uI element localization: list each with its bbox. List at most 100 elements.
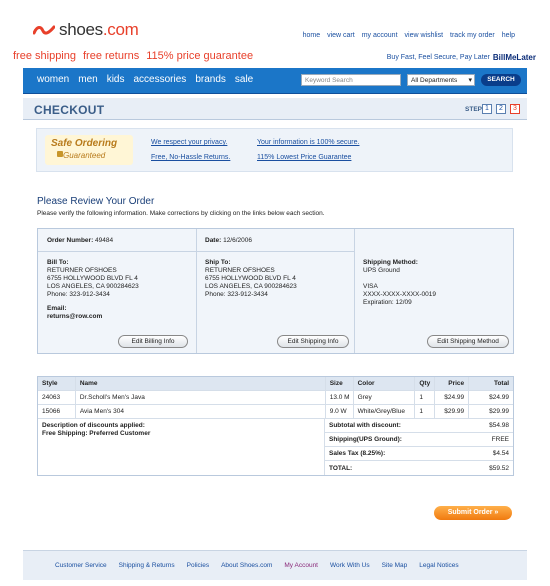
- footer-legal-notices[interactable]: Legal Notices: [419, 562, 458, 569]
- col-qty: Qty: [415, 377, 436, 390]
- order-date-value: 12/6/2006: [223, 237, 252, 244]
- safe-badge-line2: Guaranteed: [63, 151, 106, 160]
- edit-billing-button[interactable]: Edit Billing Info: [118, 335, 188, 348]
- order-date-label: Date:: [205, 237, 222, 244]
- bill-me-later-promo[interactable]: Buy Fast, Feel Secure, Pay Later BillMeL…: [387, 53, 536, 62]
- step-1[interactable]: 1: [482, 104, 492, 114]
- ship-to: Ship To: RETURNER OFSHOES 6755 HOLLYWOOD…: [205, 259, 297, 299]
- bml-badge: BillMeLater: [492, 53, 536, 62]
- footer-about[interactable]: About Shoes.com: [221, 562, 272, 569]
- promo-bar: free shipping free returns 115% price gu…: [13, 50, 253, 62]
- nav-kids[interactable]: kids: [107, 74, 125, 85]
- footer-my-account[interactable]: My Account: [284, 562, 318, 569]
- top-link-track-order[interactable]: track my order: [450, 32, 495, 39]
- order-number-label: Order Number:: [47, 237, 94, 244]
- bill-line: RETURNER OFSHOES: [47, 267, 117, 274]
- nav-brands[interactable]: brands: [195, 74, 226, 85]
- card-type: VISA: [363, 283, 378, 290]
- order-number: Order Number: 49484: [47, 237, 113, 245]
- promo-price-guarantee[interactable]: 115% price guarantee: [146, 50, 253, 62]
- cell-name: Dr.Scholl's Men's Java: [76, 391, 326, 404]
- footer-work-with-us[interactable]: Work With Us: [330, 562, 370, 569]
- cell-style: 15066: [38, 405, 76, 418]
- table-header: Style Name Size Color Qty Price Total: [38, 377, 513, 391]
- bill-line: LOS ANGELES, CA 900284623: [47, 283, 139, 290]
- step-label: STEP: [465, 106, 482, 113]
- cell-total: $29.99: [489, 408, 509, 415]
- total-row: TOTAL: $59.52: [325, 461, 513, 475]
- shipping-method: Shipping Method: UPS Ground VISA XXXX-XX…: [363, 259, 436, 307]
- shipping-method-value: UPS Ground: [363, 267, 400, 274]
- link-returns[interactable]: Free, No-Hassle Returns.: [151, 154, 257, 161]
- cell-style: 24063: [38, 391, 76, 404]
- bill-to-label: Bill To:: [47, 259, 69, 266]
- safe-ordering-badge: Safe Ordering Guaranteed: [45, 135, 133, 165]
- promo-free-shipping[interactable]: free shipping: [13, 50, 76, 62]
- top-link-help[interactable]: help: [502, 32, 515, 39]
- cell-color: White/Grey/Blue: [354, 405, 416, 418]
- shipping-value: FREE: [491, 436, 509, 443]
- link-price-guarantee[interactable]: 115% Lowest Price Guarantee: [257, 154, 387, 161]
- cell-size: 13.0 M: [326, 391, 354, 404]
- shipping-label: Shipping(UPS Ground):: [329, 436, 402, 443]
- cell-qty: 1: [415, 405, 436, 418]
- cell-qty: 1: [415, 391, 436, 404]
- cell-name: Avia Men's 304: [76, 405, 326, 418]
- col-total: Total: [493, 380, 509, 387]
- review-subtitle: Please verify the following information.…: [37, 210, 325, 217]
- top-link-home[interactable]: home: [303, 32, 321, 39]
- main-nav: women men kids accessories brands sale K…: [23, 68, 527, 94]
- link-privacy[interactable]: We respect your privacy.: [151, 139, 257, 146]
- step-indicator: 1 2 3: [482, 104, 520, 114]
- total-value: $59.52: [489, 464, 509, 472]
- shoe-logo-icon: [32, 23, 56, 37]
- top-link-view-wishlist[interactable]: view wishlist: [405, 32, 444, 39]
- order-items-table: Style Name Size Color Qty Price Total 24…: [37, 376, 514, 476]
- submit-order-button[interactable]: Submit Order »: [434, 506, 512, 520]
- cell-total: $24.99: [489, 394, 509, 401]
- tax-value: $4.54: [492, 450, 509, 457]
- ship-line: LOS ANGELES, CA 900284623: [205, 283, 297, 290]
- order-summary: Description of discounts applied: Free S…: [38, 419, 513, 475]
- cell-color: Grey: [354, 391, 416, 404]
- bill-line: 6755 HOLLYWOOD BLVD FL 4: [47, 275, 138, 282]
- col-style: Style: [38, 377, 76, 390]
- total-label: TOTAL:: [329, 464, 353, 472]
- promo-free-returns[interactable]: free returns: [83, 50, 139, 62]
- card-expiration: Expiration: 12/09: [363, 299, 412, 306]
- footer-policies[interactable]: Policies: [187, 562, 209, 569]
- nav-accessories[interactable]: accessories: [134, 74, 187, 85]
- department-select[interactable]: All Departments: [407, 74, 475, 86]
- footer-shipping-returns[interactable]: Shipping & Returns: [119, 562, 175, 569]
- logo-text: shoes: [59, 20, 103, 39]
- search-input[interactable]: Keyword Search: [301, 74, 401, 86]
- submit-order-label: Submit Order: [447, 509, 493, 516]
- col-size: Size: [326, 377, 354, 390]
- bill-to: Bill To: RETURNER OFSHOES 6755 HOLLYWOOD…: [47, 259, 139, 321]
- bill-line: Phone: 323-912-3434: [47, 291, 110, 298]
- top-link-my-account[interactable]: my account: [362, 32, 398, 39]
- nav-women[interactable]: women: [37, 74, 69, 85]
- site-footer: Customer Service Shipping & Returns Poli…: [23, 550, 527, 580]
- site-logo[interactable]: shoes.com: [32, 20, 139, 40]
- discount-value: Free Shipping: Preferred Customer: [42, 430, 151, 437]
- cell-size: 9.0 W: [326, 405, 354, 418]
- nav-sale[interactable]: sale: [235, 74, 253, 85]
- top-link-view-cart[interactable]: view cart: [327, 32, 355, 39]
- table-row: 24063 Dr.Scholl's Men's Java 13.0 M Grey…: [38, 391, 513, 405]
- step-2[interactable]: 2: [496, 104, 506, 114]
- edit-shipping-method-button[interactable]: Edit Shipping Method: [427, 335, 509, 348]
- review-title: Please Review Your Order: [37, 196, 155, 207]
- footer-site-map[interactable]: Site Map: [382, 562, 408, 569]
- link-secure[interactable]: Your information is 100% secure.: [257, 139, 387, 146]
- footer-customer-service[interactable]: Customer Service: [55, 562, 107, 569]
- col-name: Name: [76, 377, 326, 390]
- search-button[interactable]: SEARCH: [481, 74, 521, 86]
- edit-shipping-button[interactable]: Edit Shipping Info: [277, 335, 349, 348]
- discount-label: Description of discounts applied:: [42, 422, 145, 429]
- table-row: 15066 Avia Men's 304 9.0 W White/Grey/Bl…: [38, 405, 513, 419]
- nav-men[interactable]: men: [78, 74, 97, 85]
- divider: [196, 229, 197, 353]
- email-label: Email:: [47, 305, 67, 312]
- site-header: shoes.com home view cart my account view…: [23, 10, 527, 50]
